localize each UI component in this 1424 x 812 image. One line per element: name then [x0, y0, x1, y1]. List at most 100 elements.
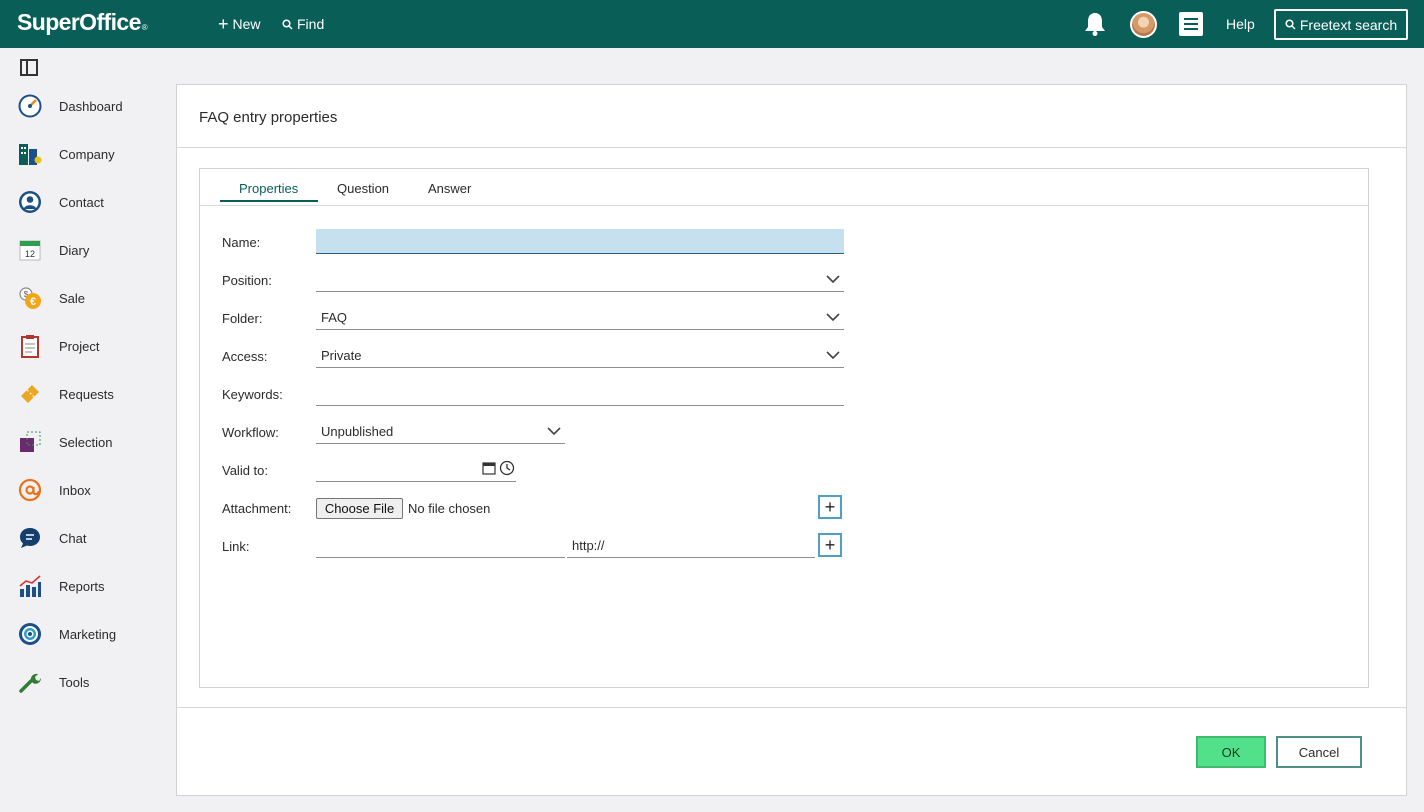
svg-text:€: € — [30, 296, 36, 308]
sidebar-item-requests[interactable]: Requests — [0, 374, 160, 414]
chat-bubble-icon — [18, 526, 42, 550]
clock-icon[interactable] — [499, 460, 515, 476]
plus-icon: + — [824, 497, 836, 517]
tabs-divider — [200, 205, 1368, 206]
sidebar-item-label: Requests — [59, 386, 114, 402]
properties-panel: Properties Question Answer Name: Positio… — [199, 168, 1369, 688]
add-attachment-button[interactable]: + — [818, 495, 842, 519]
sidebar-item-company[interactable]: Company — [0, 134, 160, 174]
cancel-button[interactable]: Cancel — [1276, 736, 1362, 768]
sidebar-item-label: Selection — [59, 434, 113, 450]
workflow-select[interactable]: Unpublished — [316, 419, 565, 444]
link-url-input[interactable]: http:// — [567, 533, 815, 558]
sidebar-item-label: Chat — [59, 530, 87, 546]
faq-entry-dialog: FAQ entry properties Properties Question… — [176, 84, 1407, 796]
sidebar-item-inbox[interactable]: Inbox — [0, 470, 160, 510]
diary-calendar-icon: 12 — [18, 238, 42, 262]
superoffice-logo[interactable]: SuperOffice® — [17, 9, 148, 36]
link-label: Link: — [222, 539, 250, 554]
tools-wrench-icon — [18, 670, 42, 694]
title-divider — [177, 147, 1406, 148]
position-select[interactable] — [316, 267, 844, 292]
sidebar-item-sale[interactable]: $ € Sale — [0, 278, 160, 318]
user-avatar[interactable] — [1130, 11, 1157, 38]
sidebar-item-label: Dashboard — [59, 98, 123, 114]
top-bar: SuperOffice® + New Find Help Freetext se… — [0, 0, 1424, 48]
sidebar-item-marketing[interactable]: Marketing — [0, 614, 160, 654]
sidebar-item-tools[interactable]: Tools — [0, 662, 160, 702]
tab-properties[interactable]: Properties — [239, 181, 298, 196]
sidebar-item-contact[interactable]: Contact — [0, 182, 160, 222]
chevron-down-icon — [547, 427, 561, 436]
ok-button[interactable]: OK — [1196, 736, 1266, 768]
diary-day: 12 — [25, 249, 35, 259]
chevron-down-icon — [826, 351, 840, 360]
access-value: Private — [321, 347, 362, 363]
find-button[interactable]: Find — [282, 16, 324, 32]
sale-coins-icon: $ € — [18, 286, 42, 310]
new-label: New — [232, 16, 261, 32]
plus-icon: + — [824, 535, 836, 555]
valid-to-label: Valid to: — [222, 463, 269, 478]
search-icon — [1285, 19, 1296, 30]
marketing-target-icon — [18, 622, 42, 646]
sidebar-item-label: Tools — [59, 674, 90, 690]
folder-value: FAQ — [321, 309, 348, 325]
tab-answer[interactable]: Answer — [428, 181, 471, 196]
calendar-icon[interactable] — [482, 461, 496, 475]
link-title-input[interactable] — [316, 533, 565, 558]
sidebar-item-label: Reports — [59, 578, 105, 594]
sidebar-item-label: Inbox — [59, 482, 91, 498]
sidebar-collapse-icon[interactable] — [20, 59, 38, 76]
sidebar-item-label: Company — [59, 146, 115, 162]
folder-select[interactable]: FAQ — [316, 305, 844, 330]
project-clipboard-icon — [18, 334, 42, 358]
menu-icon[interactable] — [1179, 12, 1203, 36]
name-input[interactable] — [316, 229, 844, 254]
sidebar-item-label: Project — [59, 338, 100, 354]
attachment-label: Attachment: — [222, 501, 292, 516]
dashboard-gauge-icon — [18, 94, 42, 118]
freetext-search-button[interactable]: Freetext search — [1274, 9, 1408, 40]
help-link[interactable]: Help — [1226, 16, 1255, 32]
bell-icon[interactable] — [1083, 11, 1107, 37]
new-button[interactable]: + New — [218, 14, 261, 34]
footer-divider — [177, 707, 1406, 708]
folder-label: Folder: — [222, 311, 263, 326]
workflow-value: Unpublished — [321, 423, 394, 439]
access-label: Access: — [222, 349, 268, 364]
sidebar-item-label: Contact — [59, 194, 104, 210]
sidebar: Dashboard Company Contact 12 Diary $ € Sa… — [0, 48, 160, 812]
dialog-title: FAQ entry properties — [199, 109, 338, 126]
selection-icon — [18, 430, 42, 454]
plus-icon: + — [218, 14, 229, 34]
contact-person-icon — [18, 190, 42, 214]
requests-ticket-icon — [18, 382, 42, 406]
access-select[interactable]: Private — [316, 343, 844, 368]
find-label: Find — [297, 16, 325, 32]
sidebar-item-diary[interactable]: 12 Diary — [0, 230, 160, 270]
sidebar-item-label: Marketing — [59, 626, 117, 642]
inbox-at-icon — [18, 478, 42, 502]
attachment-status: No file chosen — [408, 501, 491, 516]
company-building-icon — [18, 142, 42, 166]
keywords-input[interactable] — [316, 381, 844, 406]
sidebar-item-project[interactable]: Project — [0, 326, 160, 366]
add-link-button[interactable]: + — [818, 533, 842, 557]
name-label: Name: — [222, 235, 261, 250]
sidebar-item-dashboard[interactable]: Dashboard — [0, 86, 160, 126]
choose-file-button[interactable]: Choose File — [316, 498, 403, 519]
keywords-label: Keywords: — [222, 387, 283, 402]
chevron-down-icon — [826, 275, 840, 284]
tab-question[interactable]: Question — [337, 181, 389, 196]
sidebar-item-reports[interactable]: Reports — [0, 566, 160, 606]
search-icon — [282, 18, 293, 30]
sidebar-item-label: Sale — [59, 290, 86, 306]
reports-chart-icon — [18, 574, 42, 598]
sidebar-item-chat[interactable]: Chat — [0, 518, 160, 558]
sidebar-item-selection[interactable]: Selection — [0, 422, 160, 462]
active-tab-indicator — [220, 200, 318, 202]
sidebar-item-label: Diary — [59, 242, 90, 258]
workflow-label: Workflow: — [222, 425, 279, 440]
valid-to-input[interactable] — [316, 457, 516, 482]
